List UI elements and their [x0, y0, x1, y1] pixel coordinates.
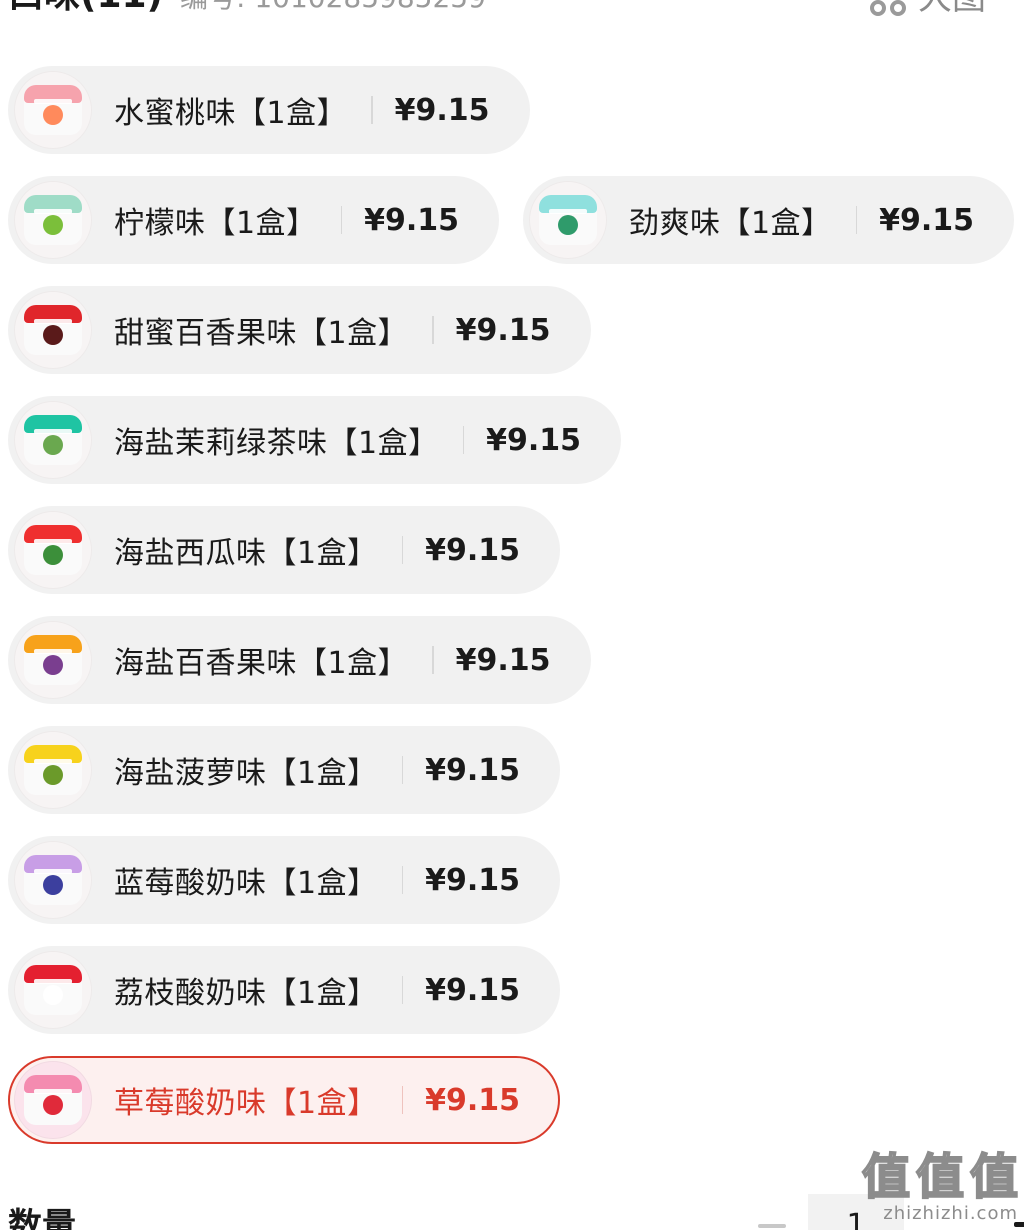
product-code: 编号: 1010285985259 — [180, 0, 486, 16]
flavor-option[interactable]: 海盐菠萝味【1盒】 ¥9.15 — [8, 726, 560, 814]
divider — [371, 96, 373, 124]
flavor-name: 荔枝酸奶味【1盒】 — [114, 976, 378, 1011]
flavor-thumbnail — [14, 621, 92, 699]
flavor-thumbnail — [14, 951, 92, 1029]
option-row: 荔枝酸奶味【1盒】 ¥9.15 — [8, 946, 560, 1034]
big-image-label: 大图 — [918, 0, 986, 18]
flavor-thumbnail — [14, 181, 92, 259]
flavor-name: 蓝莓酸奶味【1盒】 — [114, 866, 378, 901]
watermark-char: 值 — [969, 1149, 1019, 1205]
flavor-option[interactable]: 草莓酸奶味【1盒】 ¥9.15 — [8, 1056, 560, 1144]
flavor-name: 海盐菠萝味【1盒】 — [114, 756, 378, 791]
option-row: 甜蜜百香果味【1盒】 ¥9.15 — [8, 286, 591, 374]
flavor-name: 海盐茉莉绿茶味【1盒】 — [114, 426, 439, 461]
flavor-name: 海盐百香果味【1盒】 — [114, 646, 409, 681]
flavor-thumbnail — [14, 71, 92, 149]
divider — [401, 1086, 404, 1114]
flavor-option[interactable]: 甜蜜百香果味【1盒】 ¥9.15 — [8, 286, 591, 374]
flavor-option[interactable]: 蓝莓酸奶味【1盒】 ¥9.15 — [8, 836, 560, 924]
flavor-price: ¥9.15 — [425, 972, 520, 1008]
divider — [855, 206, 858, 234]
option-row: 海盐西瓜味【1盒】 ¥9.15 — [8, 506, 560, 594]
flavor-option[interactable]: 劲爽味【1盒】 ¥9.15 — [523, 176, 1014, 264]
option-row: 草莓酸奶味【1盒】 ¥9.15 — [8, 1056, 560, 1144]
flavor-thumbnail — [14, 291, 92, 369]
flavor-name: 海盐西瓜味【1盒】 — [114, 536, 378, 571]
watermark-logo: 值 值 值 — [861, 1149, 1019, 1205]
flavor-name: 水蜜桃味【1盒】 — [114, 96, 348, 131]
flavor-thumbnail — [14, 841, 92, 919]
flavor-price: ¥9.15 — [425, 1082, 520, 1118]
flavor-price: ¥9.15 — [425, 532, 520, 568]
divider — [401, 866, 404, 894]
divider — [432, 646, 434, 674]
increase-button[interactable] — [808, 1194, 1024, 1230]
site-watermark: 值 值 值 zhizhizhi.com — [861, 1149, 1019, 1224]
flavor-name: 草莓酸奶味【1盒】 — [114, 1086, 378, 1121]
option-row: 海盐菠萝味【1盒】 ¥9.15 — [8, 726, 560, 814]
flavor-option[interactable]: 水蜜桃味【1盒】 ¥9.15 — [8, 66, 530, 154]
divider — [340, 206, 343, 234]
decrease-button[interactable] — [750, 1194, 808, 1230]
watermark-char: 值 — [915, 1149, 965, 1205]
divider — [432, 316, 434, 344]
flavor-price: ¥9.15 — [486, 422, 581, 458]
flavor-thumbnail — [14, 401, 92, 479]
flavor-price: ¥9.15 — [425, 752, 520, 788]
flavor-option[interactable]: 海盐百香果味【1盒】 ¥9.15 — [8, 616, 591, 704]
watermark-url: zhizhizhi.com — [883, 1203, 1018, 1224]
flavor-group-title: 口味(11) — [8, 0, 163, 16]
flavor-option[interactable]: 柠檬味【1盒】 ¥9.15 — [8, 176, 499, 264]
divider — [401, 756, 404, 784]
divider — [401, 976, 404, 1004]
flavor-price: ¥9.15 — [425, 862, 520, 898]
flavor-price: ¥9.15 — [455, 312, 551, 348]
flavor-option[interactable]: 海盐西瓜味【1盒】 ¥9.15 — [8, 506, 560, 594]
option-row: 柠檬味【1盒】 ¥9.15 劲爽味【1盒】 ¥9.15 — [8, 176, 1014, 264]
flavor-name: 劲爽味【1盒】 — [629, 206, 832, 241]
option-row: 水蜜桃味【1盒】 ¥9.15 — [8, 66, 530, 154]
quantity-label: 数量 — [8, 1206, 76, 1230]
watermark-char: 值 — [861, 1149, 911, 1205]
flavor-thumbnail — [529, 181, 607, 259]
flavor-name: 柠檬味【1盒】 — [114, 206, 317, 241]
flavor-option[interactable]: 海盐茉莉绿茶味【1盒】 ¥9.15 — [8, 396, 621, 484]
divider — [462, 426, 465, 454]
flavor-thumbnail — [14, 731, 92, 809]
flavor-name: 甜蜜百香果味【1盒】 — [114, 316, 409, 351]
grid-icon — [870, 0, 906, 16]
flavor-price: ¥9.15 — [879, 202, 974, 238]
option-row: 蓝莓酸奶味【1盒】 ¥9.15 — [8, 836, 560, 924]
spec-header: 口味(11) 编号: 1010285985259 大图 — [0, 0, 1024, 20]
flavor-option[interactable]: 荔枝酸奶味【1盒】 ¥9.15 — [8, 946, 560, 1034]
divider — [401, 536, 404, 564]
flavor-price: ¥9.15 — [455, 642, 551, 678]
option-row: 海盐百香果味【1盒】 ¥9.15 — [8, 616, 591, 704]
option-row: 海盐茉莉绿茶味【1盒】 ¥9.15 — [8, 396, 621, 484]
flavor-price: ¥9.15 — [394, 92, 490, 128]
flavor-price: ¥9.15 — [364, 202, 459, 238]
flavor-thumbnail — [14, 511, 92, 589]
flavor-thumbnail — [14, 1061, 92, 1139]
big-image-toggle[interactable]: 大图 — [870, 0, 986, 18]
